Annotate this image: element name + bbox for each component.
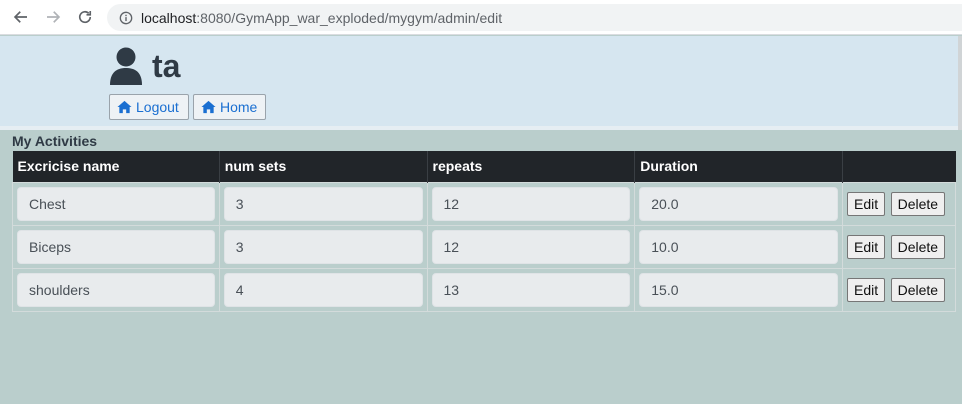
column-header-exercise-name: Excricise name: [12, 151, 220, 182]
delete-button[interactable]: Delete: [890, 191, 946, 216]
table-header-row: Excricise name num sets repeats Duration: [12, 151, 956, 182]
home-icon: [117, 100, 132, 114]
duration-field[interactable]: 20.0: [639, 186, 839, 221]
activities-title: My Activities: [12, 133, 98, 149]
duration-field[interactable]: 15.0: [639, 272, 839, 307]
column-header-duration: Duration: [634, 151, 844, 182]
table-row: Chest 3 12 20.0 Edit Delete: [12, 181, 956, 226]
exercise-name-field[interactable]: Chest: [17, 186, 215, 221]
exercise-name-field[interactable]: shoulders: [17, 272, 215, 307]
edit-button[interactable]: Edit: [847, 277, 886, 302]
duration-field[interactable]: 10.0: [639, 229, 839, 264]
arrow-left-icon[interactable]: [10, 6, 32, 28]
edit-button[interactable]: Edit: [847, 234, 886, 259]
table-row: Biceps 3 12 10.0 Edit Delete: [12, 224, 956, 269]
column-header-actions: [842, 151, 956, 182]
num-sets-field[interactable]: 4: [223, 272, 423, 307]
scrollbar[interactable]: [958, 36, 962, 130]
username-heading: ta: [152, 48, 181, 84]
num-sets-field[interactable]: 3: [223, 186, 423, 221]
column-header-repeats: repeats: [427, 151, 636, 182]
home-icon: [201, 100, 216, 114]
reload-icon[interactable]: [74, 6, 96, 28]
url-text: localhost:8080/GymApp_war_exploded/mygym…: [141, 9, 503, 26]
delete-button[interactable]: Delete: [890, 234, 946, 259]
logout-label: Logout: [136, 99, 179, 115]
repeats-field[interactable]: 13: [431, 272, 631, 307]
activities-table: Excricise name num sets repeats Duration…: [12, 151, 956, 312]
info-icon[interactable]: [119, 11, 133, 25]
edit-button[interactable]: Edit: [847, 191, 886, 216]
home-label: Home: [220, 99, 258, 115]
browser-toolbar: localhost:8080/GymApp_war_exploded/mygym…: [0, 0, 962, 35]
home-button[interactable]: Home: [193, 94, 266, 120]
logout-button[interactable]: Logout: [109, 94, 189, 120]
num-sets-field[interactable]: 3: [223, 229, 423, 264]
arrow-right-icon[interactable]: [42, 6, 64, 28]
delete-button[interactable]: Delete: [890, 277, 946, 302]
table-row: shoulders 4 13 15.0 Edit Delete: [12, 267, 956, 312]
header-divider: [0, 126, 958, 130]
repeats-field[interactable]: 12: [431, 229, 631, 264]
repeats-field[interactable]: 12: [431, 186, 631, 221]
column-header-num-sets: num sets: [219, 151, 428, 182]
address-bar[interactable]: localhost:8080/GymApp_war_exploded/mygym…: [107, 4, 962, 31]
user-icon: [108, 47, 144, 85]
exercise-name-field[interactable]: Biceps: [17, 229, 215, 264]
